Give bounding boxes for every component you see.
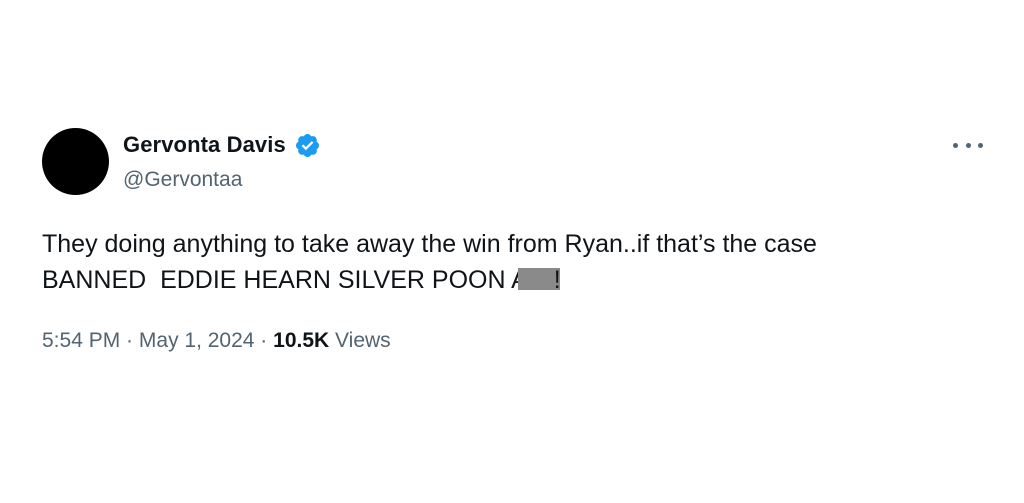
verified-badge-icon [295,133,319,157]
author-handle[interactable]: @Gervontaa [123,168,242,192]
meta-separator: · [254,329,274,352]
tweet-text-line-2-end: ! [553,266,561,294]
more-dot [965,142,971,148]
tweet-text-line-2: BANNED EDDIE HEARN SILVER POON A! [42,262,1002,298]
more-options-icon[interactable] [953,136,983,154]
tweet-text: They doing anything to take away the win… [42,226,1002,298]
more-dot [953,142,958,148]
views-label: Views [329,329,391,352]
avatar[interactable] [42,128,109,195]
tweet-text-line-1: They doing anything to take away the win… [42,230,817,258]
author-display-name[interactable]: Gervonta Davis [123,132,286,158]
tweet-date-link[interactable]: May 1, 2024 [139,329,255,352]
author-name-row: Gervonta Davis [123,131,321,159]
tweet-meta: 5:54 PM · May 1, 2024 · 10.5K Views [42,329,391,353]
tweet-text-line-2-start: BANNED EDDIE HEARN SILVER POON A [42,266,528,294]
tweet-time-link[interactable]: 5:54 PM [42,329,120,352]
more-dot [978,142,983,148]
meta-separator: · [120,329,139,352]
views-count[interactable]: 10.5K [273,329,329,352]
tweet-card: Gervonta Davis @Gervontaa They doing any… [0,0,1024,503]
